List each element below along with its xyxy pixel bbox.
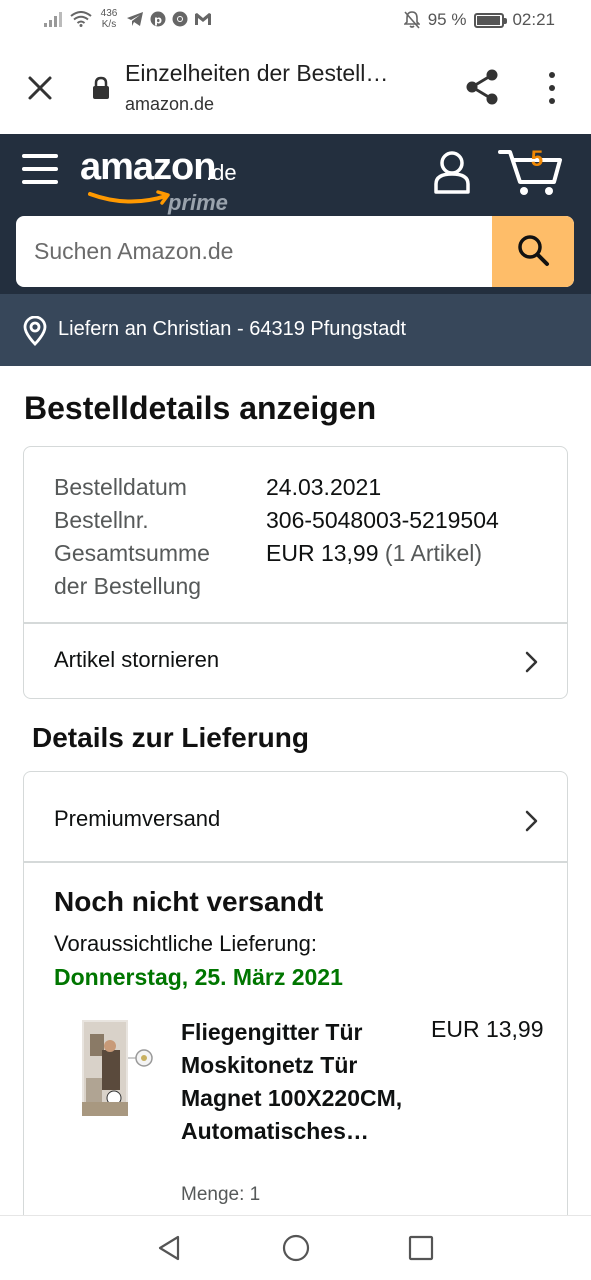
product-price: EUR 13,99 bbox=[431, 1016, 544, 1042]
shipping-method-row[interactable]: Premiumversand bbox=[24, 782, 567, 858]
order-summary-card: Bestelldatum 24.03.2021 Bestellnr. 306-5… bbox=[23, 446, 568, 699]
smile-arrow-icon bbox=[88, 190, 170, 205]
back-icon[interactable] bbox=[156, 1234, 182, 1262]
delivery-location-bar[interactable]: Liefern an Christian - 64319 Pfungstadt bbox=[0, 294, 591, 366]
search-input[interactable] bbox=[16, 216, 492, 287]
search-bar bbox=[16, 216, 574, 287]
logo-wordmark: amazon bbox=[80, 146, 216, 188]
search-button[interactable] bbox=[492, 216, 574, 287]
divider bbox=[24, 861, 567, 863]
status-left: 436 K/s p bbox=[44, 8, 212, 30]
signal-icon bbox=[44, 12, 62, 27]
mute-icon bbox=[403, 11, 420, 29]
status-right: 95 % 02:21 bbox=[403, 10, 555, 30]
order-total: EUR 13,99 (1 Artikel) bbox=[266, 537, 482, 570]
chrome-icon bbox=[172, 11, 188, 27]
home-icon[interactable] bbox=[282, 1234, 310, 1262]
net-speed: 436 K/s bbox=[98, 8, 120, 30]
amazon-prime-logo[interactable]: amazon .de prime bbox=[80, 146, 250, 215]
product-title[interactable]: Fliegengitter Tür Moskitonetz Tür Magnet… bbox=[181, 1016, 411, 1148]
amazon-header: amazon .de prime 5 bbox=[0, 134, 591, 294]
status-time: 02:21 bbox=[512, 10, 555, 29]
estimated-delivery-label: Voraussichtliche Lieferung: bbox=[54, 931, 317, 956]
more-options-icon[interactable] bbox=[542, 70, 562, 106]
status-bar: 436 K/s p 95 % 02:21 bbox=[0, 0, 591, 42]
cart-count[interactable]: 5 bbox=[529, 146, 545, 172]
net-speed-unit: K/s bbox=[101, 19, 117, 30]
order-date-label: Bestelldatum bbox=[54, 474, 187, 500]
battery-fill bbox=[477, 15, 501, 25]
gmail-icon bbox=[195, 13, 211, 25]
delivery-details-card: Premiumversand Noch nicht versandt Vorau… bbox=[23, 771, 568, 1271]
search-icon bbox=[518, 235, 549, 266]
browser-url: amazon.de bbox=[125, 94, 215, 114]
share-icon[interactable] bbox=[464, 68, 500, 106]
system-navigation-bar bbox=[0, 1215, 591, 1280]
cancel-items-label: Artikel stornieren bbox=[54, 647, 220, 672]
battery-percent: 95 % bbox=[427, 10, 467, 29]
chevron-right-icon bbox=[525, 651, 538, 673]
order-number-value: 306-5048003-5219504 bbox=[266, 507, 499, 533]
chevron-right-icon bbox=[525, 810, 538, 832]
page-title: Bestelldetails anzeigen bbox=[24, 390, 377, 426]
delivery-location-text: Liefern an Christian - 64319 Pfungstadt bbox=[58, 318, 406, 340]
telegram-icon bbox=[127, 12, 143, 26]
shipment-status: Noch nicht versandt bbox=[54, 886, 324, 917]
order-total-value: EUR 13,99 bbox=[266, 540, 379, 566]
order-number-label: Bestellnr. bbox=[54, 507, 149, 533]
delivery-details-heading: Details zur Lieferung bbox=[32, 722, 309, 753]
close-icon[interactable] bbox=[24, 72, 56, 104]
pinterest-icon: p bbox=[150, 11, 166, 27]
account-icon[interactable] bbox=[432, 150, 472, 194]
browser-toolbar: Einzelheiten der Bestell… amazon.de bbox=[0, 42, 591, 134]
lock-icon[interactable] bbox=[91, 76, 111, 100]
logo-tld: .de bbox=[206, 160, 237, 185]
cancel-items-row[interactable]: Artikel stornieren bbox=[24, 623, 567, 699]
location-pin-icon bbox=[23, 316, 47, 346]
battery-icon bbox=[474, 12, 508, 28]
wifi-icon bbox=[70, 11, 92, 27]
svg-text:p: p bbox=[154, 14, 162, 27]
browser-page-title: Einzelheiten der Bestell… bbox=[125, 60, 389, 86]
product-quantity: Menge: 1 bbox=[181, 1184, 261, 1205]
shipping-method-label: Premiumversand bbox=[54, 806, 221, 831]
net-speed-value: 436 bbox=[100, 8, 118, 19]
order-date-value: 24.03.2021 bbox=[266, 474, 382, 500]
recent-apps-icon[interactable] bbox=[408, 1235, 434, 1261]
hamburger-menu-icon[interactable] bbox=[22, 154, 58, 188]
order-item-count: (1 Artikel) bbox=[384, 540, 483, 566]
order-total-label: Gesamtsumme der Bestellung bbox=[54, 540, 210, 599]
estimated-delivery-date: Donnerstag, 25. März 2021 bbox=[54, 964, 343, 990]
product-image[interactable] bbox=[82, 1020, 156, 1116]
